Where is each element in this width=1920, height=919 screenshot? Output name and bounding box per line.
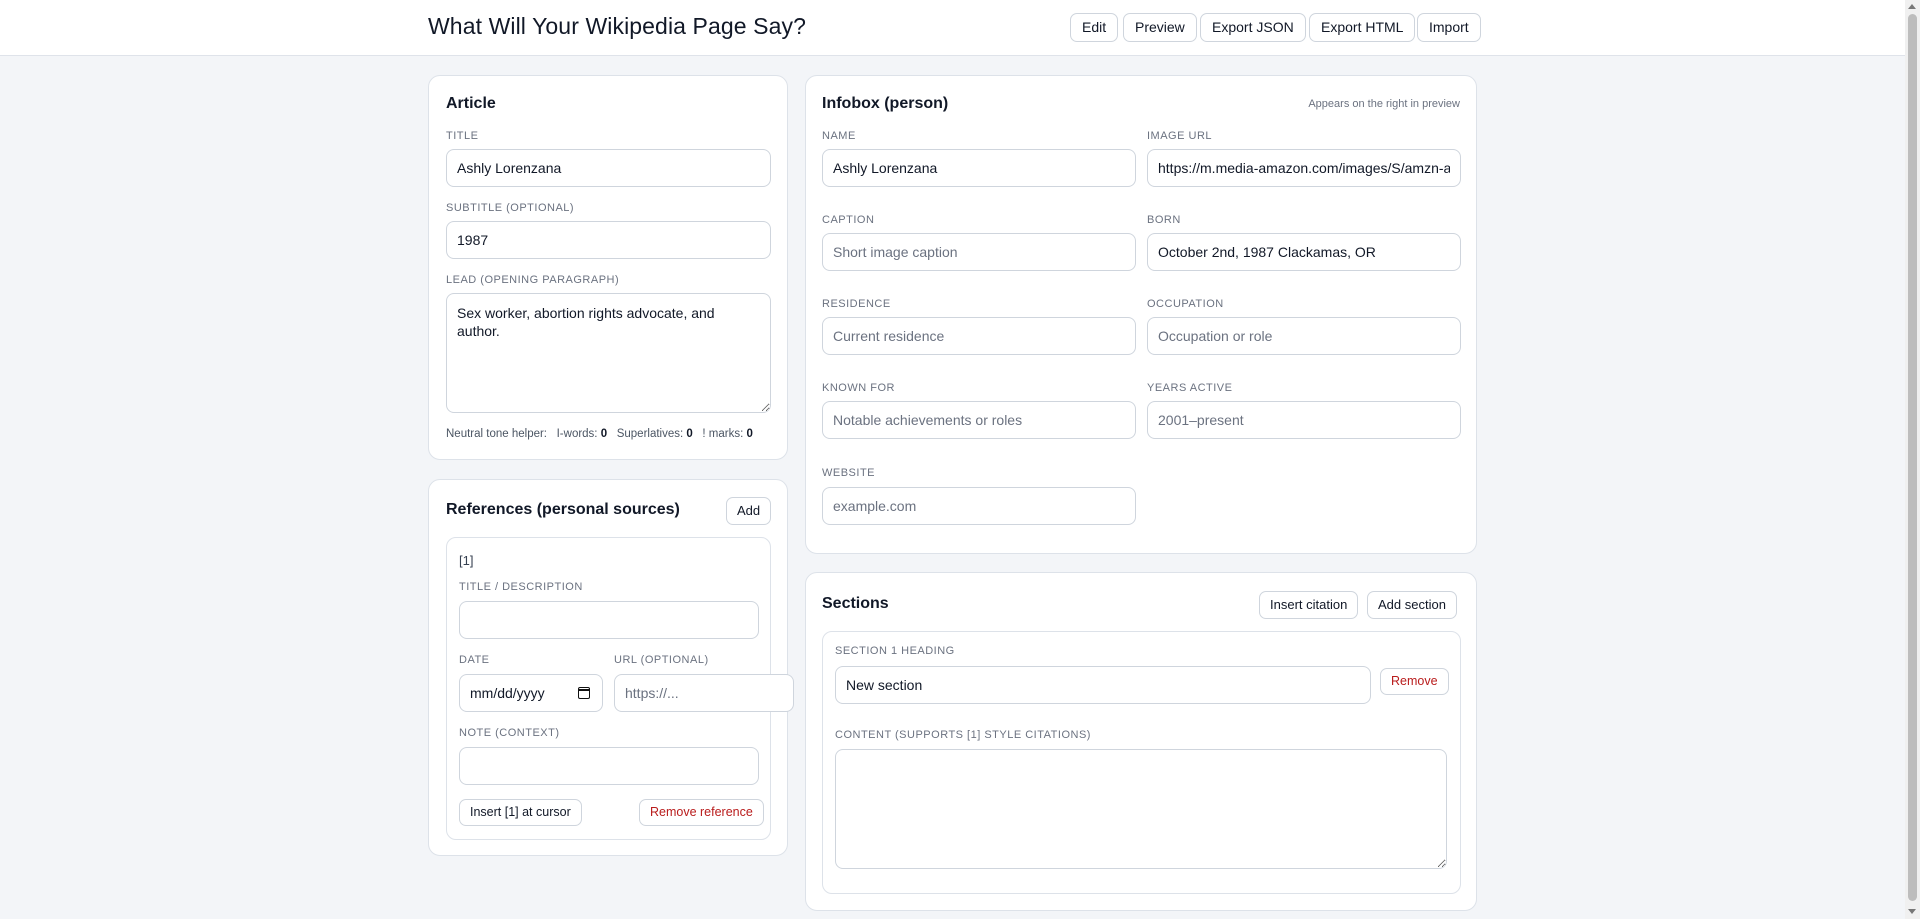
article-card: Article TITLE SUBTITLE (OPTIONAL) LEAD (… [428, 75, 788, 460]
infobox-born-input[interactable] [1147, 233, 1461, 271]
infobox-name-input[interactable] [822, 149, 1136, 187]
reference-url-label: URL (OPTIONAL) [614, 654, 709, 666]
website-label: WEBSITE [822, 467, 876, 479]
app-title: What Will Your Wikipedia Page Say? [428, 13, 806, 39]
iwords-label: I-words: [556, 428, 598, 440]
remove-section-button[interactable]: Remove [1380, 668, 1449, 695]
section-heading-input[interactable] [835, 666, 1371, 704]
reference-item: [1] TITLE / DESCRIPTION DATE URL (OPTION… [446, 537, 794, 840]
article-heading: Article [446, 95, 496, 112]
sections-heading: Sections [822, 595, 889, 612]
infobox-years-active-input[interactable] [1147, 401, 1461, 439]
export-html-button[interactable]: Export HTML [1309, 13, 1416, 42]
infobox-hint: Appears on the right in preview [1308, 98, 1460, 110]
references-card: References (personal sources) Add [1] TI… [428, 479, 794, 856]
scroll-thumb[interactable] [1908, 14, 1917, 901]
image-url-label: IMAGE URL [1147, 130, 1213, 142]
reference-title-label: TITLE / DESCRIPTION [459, 581, 583, 593]
remove-reference-button[interactable]: Remove reference [639, 799, 764, 826]
infobox-residence-input[interactable] [822, 317, 1136, 355]
article-title-input[interactable] [446, 149, 771, 187]
superlatives-label: Superlatives: [616, 428, 684, 440]
superlatives-count: 0 [686, 428, 693, 440]
section-content-textarea[interactable] [835, 749, 1447, 869]
infobox-occupation-input[interactable] [1147, 317, 1461, 355]
neutral-tone-helper: Neutral tone helper: I-words: 0 Superlat… [446, 428, 753, 440]
reference-note-label: NOTE (CONTEXT) [459, 727, 560, 739]
title-label: TITLE [446, 130, 479, 142]
article-subtitle-input[interactable] [446, 221, 771, 259]
import-button[interactable]: Import [1417, 13, 1481, 42]
date-placeholder: mm/dd/yyyy [470, 685, 545, 701]
reference-note-input[interactable] [459, 747, 759, 785]
years-active-label: YEARS ACTIVE [1147, 382, 1233, 394]
infobox-heading: Infobox (person) [822, 95, 949, 112]
reference-url-input[interactable] [614, 674, 794, 712]
article-lead-textarea[interactable]: Sex worker, abortion rights advocate, an… [446, 293, 771, 413]
reference-number: [1] [459, 553, 474, 568]
section-content-label: CONTENT (SUPPORTS [1] STYLE CITATIONS) [835, 729, 1091, 741]
add-reference-button[interactable]: Add [726, 497, 772, 525]
born-label: BORN [1147, 214, 1181, 226]
export-json-button[interactable]: Export JSON [1200, 13, 1306, 42]
add-section-button[interactable]: Add section [1367, 591, 1457, 619]
known-for-label: KNOWN FOR [822, 382, 895, 394]
reference-date-input[interactable]: mm/dd/yyyy [459, 674, 603, 712]
top-bar: What Will Your Wikipedia Page Say? Edit … [0, 0, 1905, 56]
reference-title-input[interactable] [459, 601, 759, 639]
references-heading: References (personal sources) [446, 501, 680, 518]
scroll-down-arrow-icon[interactable] [1908, 909, 1916, 914]
section-heading-label: SECTION 1 HEADING [835, 645, 955, 657]
sections-card: Sections Insert citation Add section SEC… [805, 572, 1477, 911]
calendar-icon[interactable] [577, 687, 590, 699]
infobox-known-for-input[interactable] [822, 401, 1136, 439]
page-scrollbar[interactable] [1905, 0, 1920, 919]
section-item: SECTION 1 HEADING Remove CONTENT (SUPPOR… [822, 631, 1461, 894]
residence-label: RESIDENCE [822, 298, 891, 310]
infobox-caption-input[interactable] [822, 233, 1136, 271]
reference-date-label: DATE [459, 654, 490, 666]
occupation-label: OCCUPATION [1147, 298, 1224, 310]
insert-citation-at-cursor-button[interactable]: Insert [1] at cursor [459, 799, 582, 826]
infobox-image-url-input[interactable] [1147, 149, 1461, 187]
insert-citation-button[interactable]: Insert citation [1259, 591, 1359, 619]
preview-button[interactable]: Preview [1123, 13, 1197, 42]
helper-prefix: Neutral tone helper: [446, 428, 548, 440]
exclamation-marks-label: ! marks: [702, 428, 744, 440]
name-label: NAME [822, 130, 856, 142]
subtitle-label: SUBTITLE (OPTIONAL) [446, 202, 575, 214]
infobox-card: Infobox (person) Appears on the right in… [805, 75, 1477, 554]
lead-label: LEAD (OPENING PARAGRAPH) [446, 274, 620, 286]
exclamation-marks-count: 0 [746, 428, 753, 440]
iwords-count: 0 [600, 428, 608, 440]
caption-label: CAPTION [822, 214, 875, 226]
infobox-website-input[interactable] [822, 487, 1136, 525]
edit-button[interactable]: Edit [1070, 13, 1119, 42]
scroll-up-arrow-icon[interactable] [1908, 4, 1916, 9]
